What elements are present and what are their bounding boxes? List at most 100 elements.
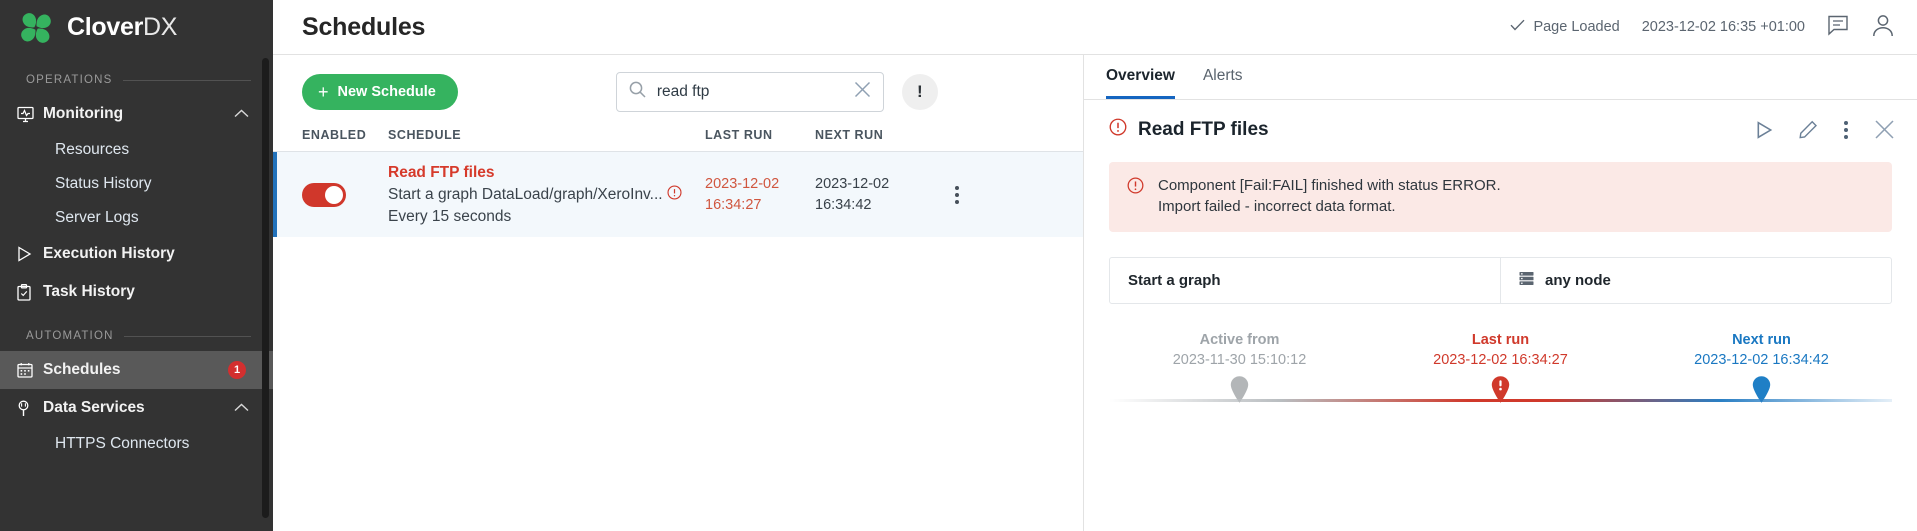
error-circle-icon	[1127, 175, 1144, 218]
check-icon	[1510, 19, 1525, 35]
sidebar-item-label: Task History	[43, 283, 135, 301]
search-box[interactable]	[616, 72, 884, 112]
schedule-frequency: Every 15 seconds	[388, 208, 705, 226]
divider	[124, 336, 251, 337]
enabled-toggle[interactable]	[302, 183, 346, 207]
sidebar-section-automation: AUTOMATION	[0, 321, 273, 351]
enabled-cell	[302, 183, 388, 207]
schedule-cell: Read FTP files Start a graph DataLoad/gr…	[388, 164, 705, 226]
error-alert-line1: Component [Fail:FAIL] finished with stat…	[1158, 175, 1501, 196]
new-schedule-label: New Schedule	[338, 84, 436, 100]
chevron-up-icon[interactable]	[234, 399, 249, 417]
sidebar-item-data-services[interactable]: Data Services	[0, 389, 273, 427]
column-header-enabled: ENABLED	[302, 128, 388, 142]
error-alert-line2: Import failed - incorrect data format.	[1158, 196, 1501, 217]
timeline-point-last-run: Last run 2023-12-02 16:34:27	[1370, 332, 1631, 368]
edit-button[interactable]	[1799, 120, 1818, 139]
sidebar-item-server-logs[interactable]: Server Logs	[0, 201, 273, 235]
sidebar: CloverDX OPERATIONS Monitoring Resources	[0, 0, 273, 531]
timeline-date: 2023-12-02 16:34:27	[1370, 352, 1631, 368]
schedule-name: Read FTP files	[388, 164, 705, 182]
search-area	[616, 72, 884, 112]
schedules-table: ENABLED SCHEDULE LAST RUN NEXT RUN Read …	[273, 128, 1083, 237]
schedule-description-row: Start a graph DataLoad/graph/XeroInv...	[388, 185, 705, 205]
tab-overview[interactable]: Overview	[1106, 67, 1175, 99]
timeline-label: Next run	[1631, 332, 1892, 348]
sidebar-item-monitoring[interactable]: Monitoring	[0, 95, 273, 133]
status-label: Page Loaded	[1533, 19, 1619, 35]
timeline-pin-last-run	[1370, 375, 1631, 409]
row-actions-cell	[945, 186, 1083, 204]
more-button[interactable]	[1844, 121, 1848, 139]
column-header-schedule: SCHEDULE	[388, 128, 705, 142]
calendar-icon	[17, 362, 43, 378]
sidebar-subitem-label: Server Logs	[55, 209, 139, 227]
next-run-cell: 2023-12-02 16:34:42	[815, 174, 945, 215]
timeline-label: Active from	[1109, 332, 1370, 348]
sidebar-item-label: Monitoring	[43, 105, 123, 123]
sidebar-item-label: Schedules	[43, 361, 121, 379]
detail-tabs: Overview Alerts	[1084, 55, 1917, 100]
alert-filter-button[interactable]: !	[902, 74, 938, 110]
timeline-pin-active-from	[1109, 375, 1370, 409]
sidebar-item-https-connectors[interactable]: HTTPS Connectors	[0, 427, 273, 461]
kebab-menu-icon[interactable]	[955, 186, 1083, 204]
error-alert-text: Component [Fail:FAIL] finished with stat…	[1158, 175, 1501, 218]
note-icon[interactable]	[1827, 14, 1849, 41]
page-title: Schedules	[302, 13, 425, 42]
sidebar-item-task-history[interactable]: Task History	[0, 273, 273, 311]
sidebar-item-execution-history[interactable]: Execution History	[0, 235, 273, 273]
brand-name: CloverDX	[67, 13, 177, 42]
pin-plain-icon	[1751, 375, 1772, 409]
sidebar-item-schedules[interactable]: Schedules 1	[0, 351, 273, 389]
timeline-point-next-run: Next run 2023-12-02 16:34:42	[1631, 332, 1892, 368]
column-header-last-run: LAST RUN	[705, 128, 815, 142]
kebab-menu-icon	[1844, 121, 1848, 139]
pin-alert-icon	[1490, 375, 1511, 409]
run-timeline: Active from 2023-11-30 15:10:12 Last run…	[1109, 332, 1892, 422]
last-run-cell: 2023-12-02 16:34:27	[705, 174, 815, 215]
timeline-labels: Active from 2023-11-30 15:10:12 Last run…	[1109, 332, 1892, 368]
status-badge: 1	[228, 361, 246, 379]
new-schedule-button[interactable]: + New Schedule	[302, 74, 458, 110]
divider	[123, 80, 251, 81]
sidebar-item-resources[interactable]: Resources	[0, 133, 273, 167]
main-area: Schedules Page Loaded 2023-12-02 16:35 +…	[273, 0, 1917, 531]
detail-title: Read FTP files	[1138, 119, 1269, 141]
sidebar-item-label: Data Services	[43, 399, 145, 417]
sidebar-item-status-history[interactable]: Status History	[0, 167, 273, 201]
monitor-pulse-icon	[17, 106, 43, 123]
schedule-description: Start a graph DataLoad/graph/XeroInv...	[388, 186, 663, 204]
chevron-up-icon[interactable]	[234, 105, 249, 123]
error-circle-icon	[667, 185, 682, 205]
user-avatar-icon[interactable]	[1871, 13, 1895, 42]
plus-icon: +	[318, 83, 329, 101]
server-stack-icon	[1519, 271, 1534, 290]
current-timestamp: 2023-12-02 16:35 +01:00	[1642, 19, 1805, 35]
task-action-label: Start a graph	[1128, 272, 1221, 289]
timeline-point-active-from: Active from 2023-11-30 15:10:12	[1109, 332, 1370, 368]
brand-logo[interactable]: CloverDX	[0, 0, 273, 55]
sidebar-item-label: Execution History	[43, 245, 175, 263]
exclamation-icon: !	[917, 82, 923, 102]
error-alert: Component [Fail:FAIL] finished with stat…	[1109, 162, 1892, 232]
timeline-pins	[1109, 377, 1892, 409]
search-input[interactable]	[657, 83, 843, 101]
timeline-pin-next-run	[1631, 375, 1892, 409]
page-load-status: Page Loaded	[1510, 19, 1619, 35]
close-x-icon[interactable]	[854, 81, 871, 103]
last-run-time: 16:34:27	[705, 195, 815, 216]
next-run-date: 2023-12-02	[815, 174, 945, 195]
plug-icon	[17, 400, 43, 417]
top-bar-right: Page Loaded 2023-12-02 16:35 +01:00	[1510, 13, 1895, 42]
sidebar-scrollbar[interactable]	[262, 58, 269, 518]
sidebar-section-operations: OPERATIONS	[0, 65, 273, 95]
run-button[interactable]	[1756, 121, 1773, 139]
table-header-row: ENABLED SCHEDULE LAST RUN NEXT RUN	[273, 128, 1083, 152]
tab-alerts[interactable]: Alerts	[1203, 67, 1243, 99]
table-row[interactable]: Read FTP files Start a graph DataLoad/gr…	[273, 152, 1083, 237]
timeline-label: Last run	[1370, 332, 1631, 348]
clipboard-check-icon	[17, 284, 43, 301]
clover-logo-icon	[16, 9, 56, 47]
close-button[interactable]	[1874, 119, 1895, 140]
